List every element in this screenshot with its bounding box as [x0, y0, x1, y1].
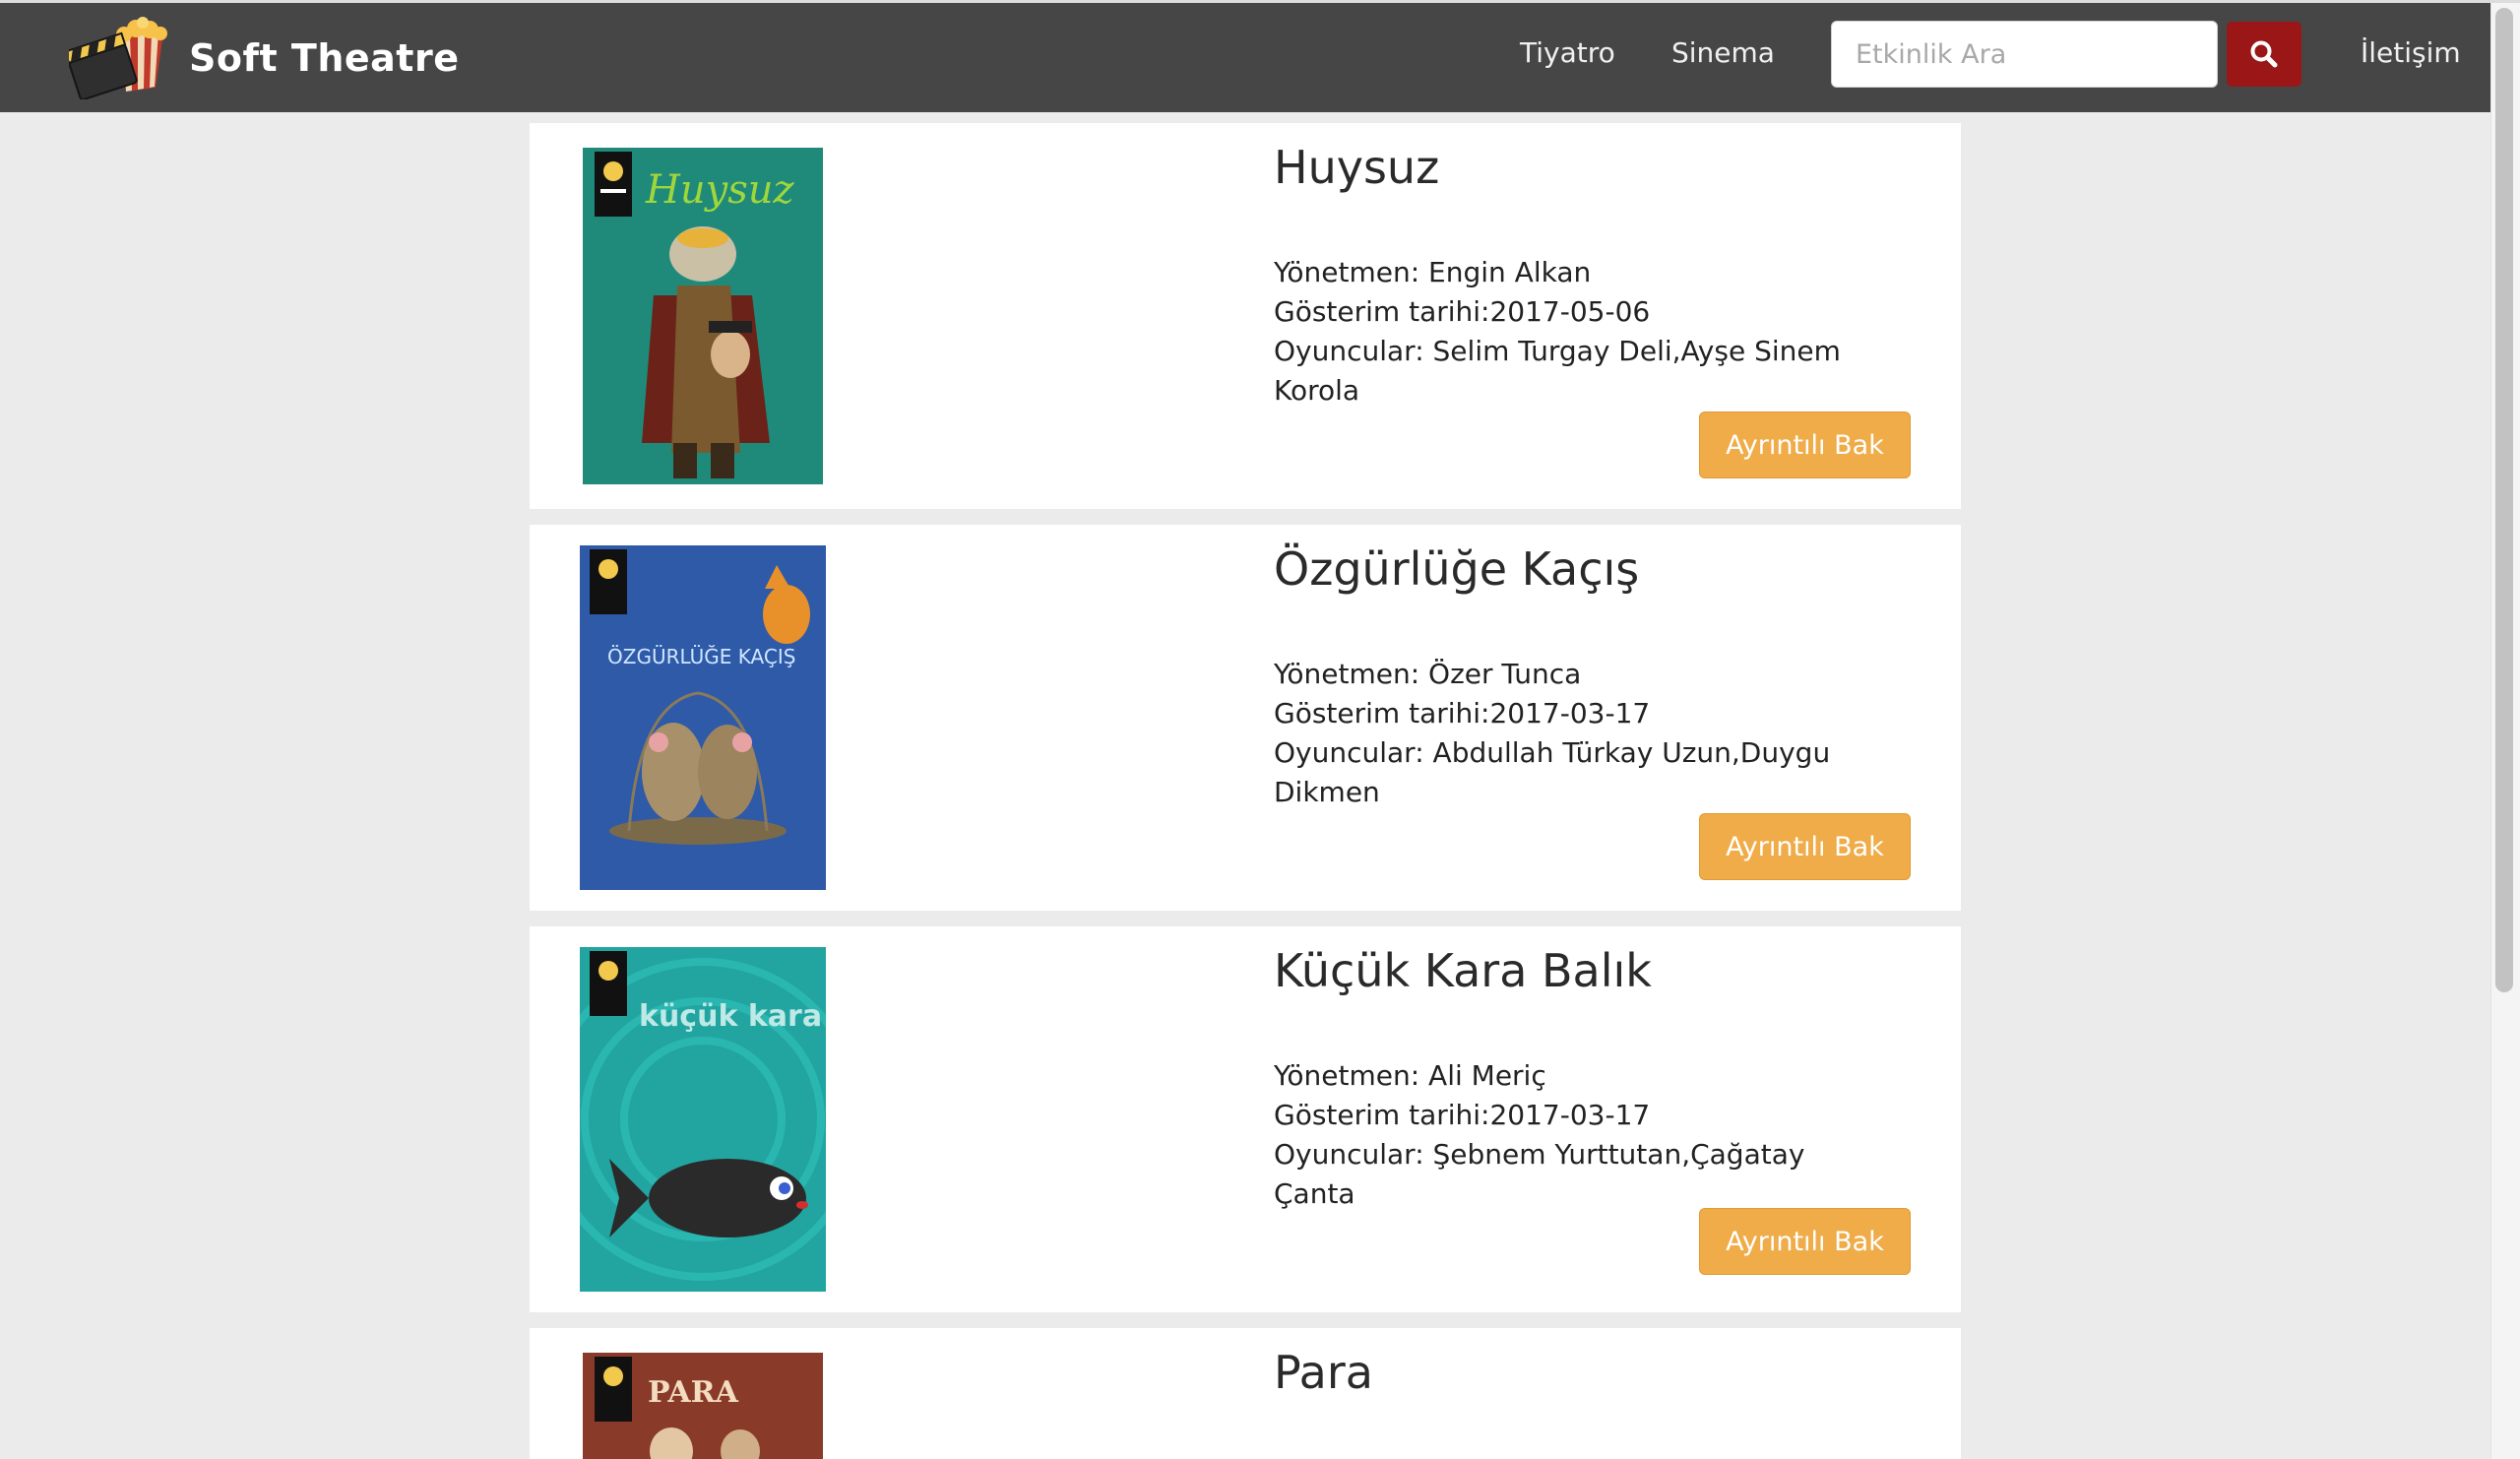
event-date: Gösterim tarihi:2017-03-17: [1274, 1099, 1651, 1131]
poster-title-text: ÖZGÜRLÜĞE KAÇIŞ: [607, 645, 795, 668]
poster-title-text: Huysuz: [645, 167, 795, 213]
event-cast: Oyuncular: Şebnem Yurttutan,Çağatay Çant…: [1274, 1138, 1805, 1210]
event-poster[interactable]: ÖZGÜRLÜĞE KAÇIŞ: [580, 545, 826, 890]
detail-button[interactable]: Ayrıntılı Bak: [1699, 412, 1911, 478]
search-button[interactable]: [2227, 22, 2301, 87]
event-director: Yönetmen: Özer Tunca: [1274, 658, 1582, 690]
event-card: küçük kara balık Küçük Kara Balık Yönetm…: [530, 926, 1961, 1312]
brand-name: Soft Theatre: [189, 36, 460, 80]
poster-image: ÖZGÜRLÜĞE KAÇIŞ: [580, 545, 826, 890]
event-cast: Oyuncular: Abdullah Türkay Uzun,Duygu Di…: [1274, 736, 1831, 808]
event-title: Küçük Kara Balık: [1274, 944, 1652, 997]
navbar: Soft Theatre Tiyatro Sinema İletişim: [0, 3, 2490, 112]
poster-title-text: PARA: [648, 1375, 739, 1410]
event-poster[interactable]: PARA: [583, 1353, 823, 1459]
poster-image: küçük kara balık: [580, 947, 826, 1292]
event-poster[interactable]: Huysuz: [583, 148, 823, 484]
search-input[interactable]: [1831, 21, 2218, 88]
search-icon: [2250, 40, 2278, 68]
nav-link-iletisim[interactable]: İletişim: [2361, 36, 2461, 69]
event-info: Yönetmen: Ali Meriç Gösterim tarihi:2017…: [1274, 1056, 1864, 1214]
event-info: Yönetmen: Engin Alkan Gösterim tarihi:20…: [1274, 253, 1864, 411]
poster-title-text: küçük kara balık: [639, 999, 826, 1034]
nav-link-tiyatro[interactable]: Tiyatro: [1520, 36, 1615, 69]
event-director: Yönetmen: Ali Meriç: [1274, 1059, 1546, 1092]
scrollbar-thumb[interactable]: [2495, 8, 2513, 992]
nav-link-sinema[interactable]: Sinema: [1671, 36, 1775, 69]
popcorn-clapperboard-logo-icon: [69, 17, 167, 99]
event-card: ÖZGÜRLÜĞE KAÇIŞ Özgürlüğe Kaçış Yönetmen…: [530, 525, 1961, 911]
detail-button[interactable]: Ayrıntılı Bak: [1699, 1208, 1911, 1275]
detail-button[interactable]: Ayrıntılı Bak: [1699, 813, 1911, 880]
event-card: Huysuz Huysuz Yönetmen: Engin Alkan Göst…: [530, 123, 1961, 509]
event-title: Para: [1274, 1346, 1373, 1399]
event-card: PARA Para: [530, 1328, 1961, 1459]
brand[interactable]: Soft Theatre: [69, 17, 459, 99]
poster-image: PARA: [583, 1353, 823, 1459]
event-poster[interactable]: küçük kara balık: [580, 947, 826, 1292]
event-date: Gösterim tarihi:2017-03-17: [1274, 697, 1651, 730]
event-director: Yönetmen: Engin Alkan: [1274, 256, 1592, 288]
event-title: Özgürlüğe Kaçış: [1274, 542, 1640, 596]
event-info: Yönetmen: Özer Tunca Gösterim tarihi:201…: [1274, 655, 1864, 812]
event-title: Huysuz: [1274, 141, 1440, 194]
event-date: Gösterim tarihi:2017-05-06: [1274, 295, 1651, 328]
poster-image: Huysuz: [583, 148, 823, 484]
event-cast: Oyuncular: Selim Turgay Deli,Ayşe Sinem …: [1274, 335, 1841, 407]
